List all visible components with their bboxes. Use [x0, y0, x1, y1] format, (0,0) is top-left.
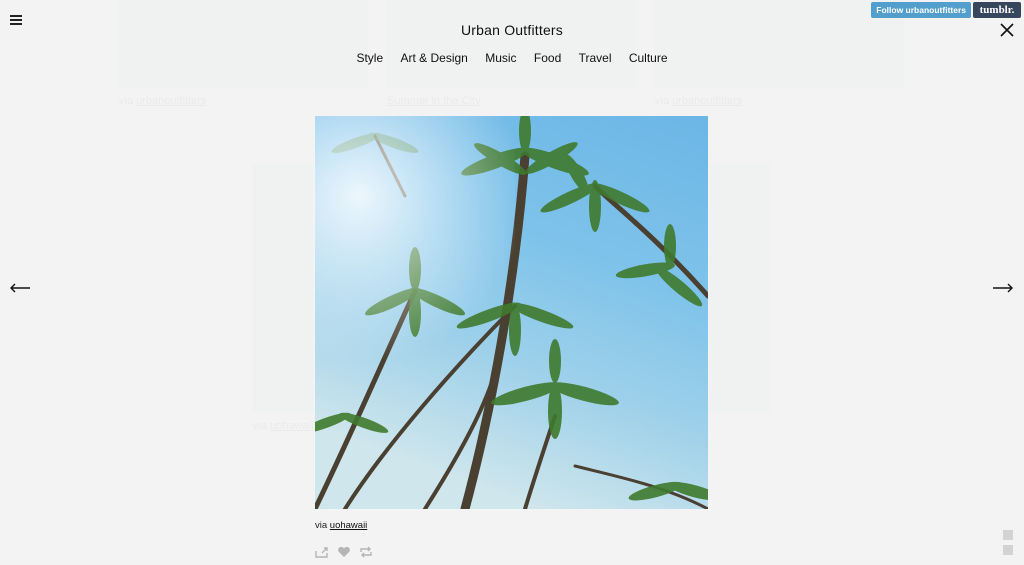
reblog-icon[interactable] — [359, 545, 373, 558]
arrow-left-icon[interactable] — [9, 281, 31, 293]
sun-glare — [315, 116, 515, 376]
nav-item-food[interactable]: Food — [534, 51, 561, 65]
category-nav: Style Art & Design Music Food Travel Cul… — [0, 51, 1024, 65]
nav-item-style[interactable]: Style — [356, 51, 383, 65]
nav-item-culture[interactable]: Culture — [629, 51, 668, 65]
source-blog-link[interactable]: uohawaii — [330, 520, 368, 531]
heart-icon[interactable] — [337, 545, 351, 557]
nav-item-music[interactable]: Music — [485, 51, 516, 65]
post-actions — [315, 545, 373, 558]
follow-button[interactable]: Follow urbanoutfitters — [871, 2, 971, 18]
caption-prefix: via — [315, 520, 328, 531]
corner-square-icon — [1003, 545, 1013, 555]
post-photo — [315, 116, 708, 509]
nav-item-travel[interactable]: Travel — [579, 51, 612, 65]
nav-item-art-design[interactable]: Art & Design — [401, 51, 468, 65]
close-icon[interactable] — [1000, 23, 1014, 37]
corner-square-icon — [1003, 530, 1013, 540]
share-icon[interactable] — [315, 545, 329, 558]
tumblr-logo-button[interactable]: tumblr. — [973, 2, 1021, 18]
arrow-right-icon[interactable] — [992, 281, 1014, 293]
site-title: Urban Outfitters — [460, 22, 563, 38]
corner-controls — [1003, 530, 1013, 560]
post-caption: via uohawaii — [315, 520, 367, 531]
